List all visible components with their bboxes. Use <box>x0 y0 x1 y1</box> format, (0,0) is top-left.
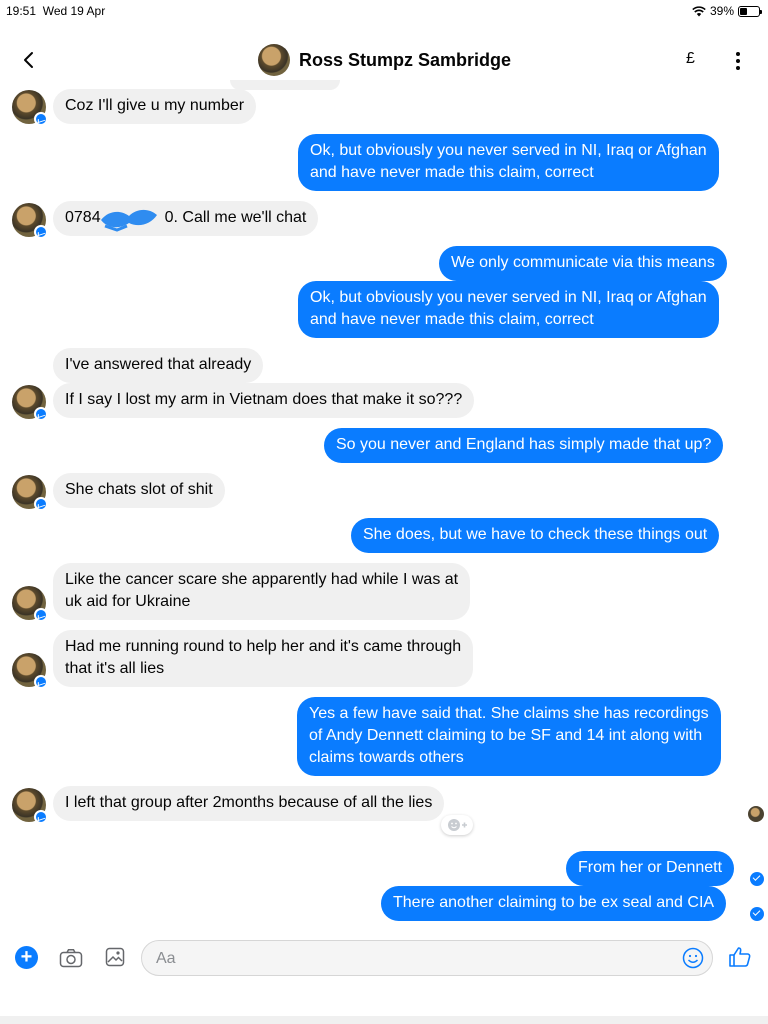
messenger-badge-icon <box>34 608 48 622</box>
payments-button[interactable]: £ <box>686 50 695 68</box>
plus-icon[interactable]: + <box>15 946 38 969</box>
contact-avatar-small[interactable] <box>12 385 48 421</box>
status-bar: 19:51 Wed 19 Apr 39% <box>0 0 768 22</box>
wifi-icon <box>692 5 706 16</box>
messenger-badge-icon <box>34 675 48 689</box>
message-outgoing[interactable]: Ok, but obviously you never served in NI… <box>298 134 719 191</box>
message-outgoing[interactable]: We only communicate via this means <box>439 246 727 281</box>
contact-avatar[interactable] <box>258 44 290 76</box>
messenger-badge-icon <box>34 225 48 239</box>
message-outgoing[interactable]: She does, but we have to check these thi… <box>351 518 720 553</box>
message-composer: + Aa <box>0 936 768 980</box>
contact-avatar-small[interactable] <box>12 586 48 622</box>
message-input-placeholder: Aa <box>156 950 176 967</box>
message-incoming[interactable]: I've answered that already <box>53 348 264 383</box>
bottom-bar <box>0 1016 768 1024</box>
message-outgoing[interactable]: From her or Dennett <box>566 851 735 886</box>
message-outgoing[interactable]: So you never and England has simply made… <box>324 428 724 463</box>
battery-percent: 39% <box>709 4 734 18</box>
message-outgoing[interactable]: Ok, but obviously you never served in NI… <box>298 281 719 338</box>
add-reaction-icon <box>448 819 467 831</box>
contact-name[interactable]: Ross Stumpz Sambridge <box>299 50 511 71</box>
contact-avatar-small[interactable] <box>12 475 48 511</box>
redaction-scribble <box>101 209 157 232</box>
add-reaction-button[interactable] <box>441 815 473 835</box>
seen-by-avatar <box>748 806 764 822</box>
message-incoming[interactable]: I left that group after 2months because … <box>53 786 445 821</box>
message-incoming[interactable]: Coz I'll give u my number <box>53 89 257 124</box>
conversation-header: Ross Stumpz Sambridge £ <box>0 40 768 80</box>
messenger-badge-icon <box>34 810 48 824</box>
messenger-badge-icon <box>34 407 48 421</box>
message-input[interactable]: Aa <box>141 940 713 976</box>
image-icon[interactable] <box>105 947 125 967</box>
like-thumb-icon[interactable] <box>728 945 752 969</box>
messenger-badge-icon <box>34 497 48 511</box>
emoji-icon[interactable] <box>682 947 704 969</box>
message-incoming[interactable]: Had me running round to help her and it'… <box>53 630 474 687</box>
message-incoming[interactable]: Like the cancer scare she apparently had… <box>53 563 471 620</box>
message-outgoing[interactable]: Yes a few have said that. She claims she… <box>297 697 721 776</box>
message-outgoing[interactable]: There another claiming to be ex seal and… <box>381 886 727 921</box>
message-incoming[interactable]: She chats slot of shit <box>53 473 225 508</box>
clipped-previous-bubble <box>230 80 340 90</box>
message-incoming[interactable]: If I say I lost my arm in Vietnam does t… <box>53 383 475 418</box>
seen-check-icon <box>750 907 764 921</box>
message-incoming[interactable]: 0784 0. Call me we'll chat <box>53 201 319 236</box>
contact-avatar-small[interactable] <box>12 90 48 126</box>
contact-avatar-small[interactable] <box>12 203 48 239</box>
contact-avatar-small[interactable] <box>12 788 48 824</box>
back-chevron-icon[interactable] <box>18 49 40 71</box>
camera-icon[interactable] <box>59 948 83 968</box>
seen-check-icon <box>750 872 764 886</box>
more-vertical-icon[interactable] <box>730 50 746 72</box>
contact-avatar-small[interactable] <box>12 653 48 689</box>
status-time: 19:51 Wed 19 Apr <box>6 4 106 18</box>
battery-fill <box>740 7 748 15</box>
messenger-badge-icon <box>34 112 48 126</box>
battery-icon <box>738 5 762 17</box>
